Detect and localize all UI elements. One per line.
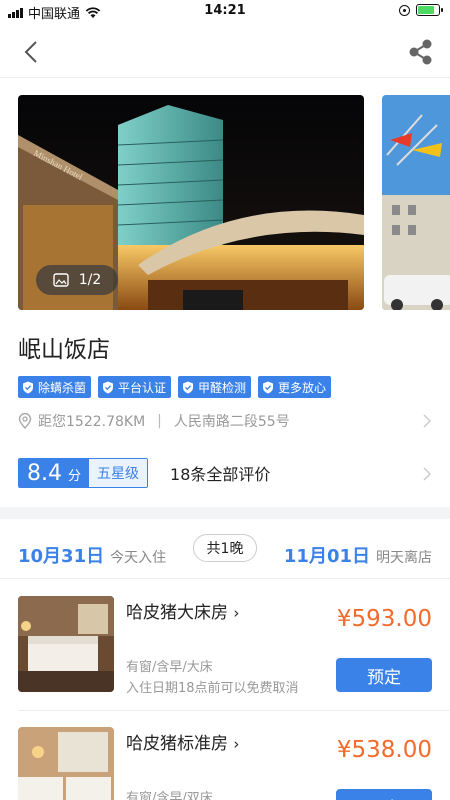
nav-bar [0,24,450,78]
photo-counter: 1/2 [36,265,118,295]
room-price: ¥593.00 [336,606,432,632]
divider [18,710,450,711]
checkin-note: 今天入住 [110,550,167,566]
room-price: ¥538.00 [336,737,432,763]
photo-gallery[interactable]: Minshan Hotel 1/2 [18,95,450,310]
section-divider [0,507,450,519]
checkin[interactable]: 10月31日 今天入住 [18,542,166,568]
battery-icon [416,4,443,16]
score: 8.4 分 [19,459,90,487]
room-card[interactable]: 哈皮猪标准房 › ¥538.00 有窗/含早/双床 预定 [0,727,450,800]
score-unit: 分 [68,469,82,484]
checkin-date: 10月31日 [18,546,105,567]
hotel-name: 岷山饭店 [18,337,110,363]
chevron-right-icon: › [233,604,240,622]
room-name-text: 哈皮猪标准房 [126,734,228,754]
address-text: 人民南路二段55号 [173,414,290,430]
status-bar: 中国联通 14:21 [0,0,450,24]
checkout-date: 11月01日 [283,546,370,567]
room-name[interactable]: 哈皮猪标准房 › [126,729,239,754]
gallery-icon [53,273,69,287]
shield-check-icon [183,381,194,393]
room-name-text: 哈皮猪大床房 [126,603,228,623]
tag-label: 除螨杀菌 [38,380,87,395]
share-icon [409,39,432,65]
shield-check-icon [263,381,274,393]
reviews-link[interactable]: 18条全部评价 [170,461,270,485]
score-value: 8.4 [27,461,62,486]
shield-check-icon [103,381,114,393]
back-button[interactable] [14,34,50,70]
hotel-photo-next[interactable] [382,95,450,310]
book-button[interactable]: 预定 [336,789,432,800]
distance-text: 距您1522.78KM [38,414,146,430]
assurance-tags: 除螨杀菌 平台认证 甲醛检测 更多放心 [18,376,332,398]
tag-label: 甲醛检测 [198,380,247,395]
tag-label: 更多放心 [278,380,327,395]
room-photo[interactable] [18,596,114,692]
rotation-lock-icon [399,4,410,16]
room-image [18,727,114,800]
divider [0,578,450,579]
room-name[interactable]: 哈皮猪大床房 › [126,598,239,623]
room-image [18,596,114,692]
chevron-right-icon [423,467,432,481]
hotel-day-image [382,95,450,310]
chevron-right-icon [423,414,432,428]
hotel-photo[interactable]: Minshan Hotel 1/2 [18,95,364,310]
chevron-right-icon: › [233,735,240,753]
star-level: 五星级 [89,459,148,487]
cancellation-policy: 入住日期18点前可以免费取消 [126,681,299,696]
back-arrow-icon [24,41,37,63]
shield-check-icon [23,381,33,393]
room-photo[interactable] [18,727,114,800]
address-row[interactable]: 距您1522.78KM | 人民南路二段55号 [18,410,432,432]
status-time: 14:21 [204,3,246,18]
address-separator: | [157,413,162,429]
room-attributes: 有窗/含早/大床 [126,660,213,675]
room-card[interactable]: 哈皮猪大床房 › ¥593.00 有窗/含早/大床 入住日期18点前可以免费取消… [0,596,450,696]
status-right [399,4,443,16]
checkout-note: 明天离店 [376,550,432,566]
room-attributes: 有窗/含早/双床 [126,791,213,800]
tag-more-assurance[interactable]: 更多放心 [258,376,332,398]
date-picker[interactable]: 10月31日 今天入住 共1晚 11月01日 明天离店 [18,532,432,574]
checkout[interactable]: 11月01日 明天离店 [284,542,432,568]
tag-label: 平台认证 [118,380,167,395]
tag-disinfection[interactable]: 除螨杀菌 [18,376,92,398]
location-pin-icon [18,413,32,429]
book-button[interactable]: 预定 [336,658,432,692]
tag-platform-certified[interactable]: 平台认证 [98,376,172,398]
score-box: 8.4 分 五星级 [18,458,149,488]
share-button[interactable] [402,34,438,70]
photo-counter-text: 1/2 [78,272,102,288]
tag-formaldehyde-test[interactable]: 甲醛检测 [178,376,252,398]
nights-badge: 共1晚 [193,534,257,562]
rating-row[interactable]: 8.4 分 五星级 18条全部评价 [18,457,432,489]
